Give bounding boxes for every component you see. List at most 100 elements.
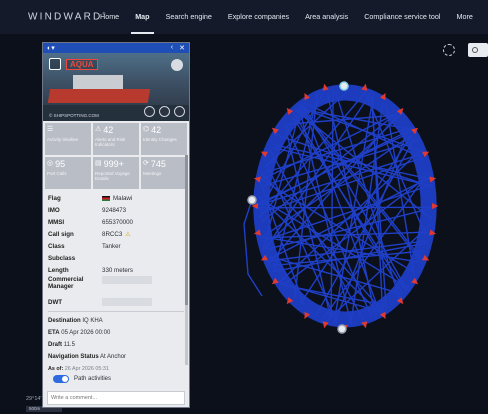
locate-icon[interactable] xyxy=(443,44,455,56)
detail-key: DWT xyxy=(48,298,63,306)
divider xyxy=(48,311,184,312)
track-segment xyxy=(257,206,433,209)
detail-value: Tanker xyxy=(102,242,121,250)
coordinate-readout: 29°14' xyxy=(26,396,42,402)
detail-key: IMO xyxy=(48,206,60,214)
nav-home[interactable]: Home xyxy=(92,0,127,34)
alert-bell-icon[interactable] xyxy=(171,59,183,71)
voyage-draft: Draft 11.5 xyxy=(43,339,189,351)
nav-explore-companies[interactable]: Explore companies xyxy=(220,0,297,34)
nav-area-analysis[interactable]: Area analysis xyxy=(297,0,356,34)
stats-grid: ☰ Activity timeline ⚠ 42 Alerts and Risk In… xyxy=(43,121,189,189)
path-activities-toggle[interactable] xyxy=(53,375,69,383)
stat-value: 999+ xyxy=(103,159,124,169)
detail-class: Class Tanker xyxy=(48,240,184,252)
stat-label: Activity timeline xyxy=(47,137,79,142)
panel-header: ◐▾ ‹ ✕ xyxy=(43,43,189,53)
voyage-key: ETA xyxy=(48,330,60,336)
track-waypoint[interactable] xyxy=(339,81,349,91)
detail-value: 330 meters xyxy=(102,266,133,274)
voyage-eta: ETA 05 Apr 2026 00:00 xyxy=(43,327,189,339)
detail-value: 9248473 xyxy=(102,206,127,214)
stat-label: Reported Voyage Details xyxy=(95,171,130,181)
photo-credit: © SHIPSPOTTING.COM xyxy=(49,113,99,118)
stat-voyage-details[interactable]: ▤ 999+ Reported Voyage Details xyxy=(93,157,139,189)
comment-input[interactable] xyxy=(47,391,185,405)
stat-activity-timeline[interactable]: ☰ Activity timeline xyxy=(45,123,91,155)
track-waypoint[interactable] xyxy=(247,195,257,205)
meeting-icon: ⟳ xyxy=(143,160,149,167)
stat-label: Meetings xyxy=(143,171,162,176)
detail-dwt: DWT xyxy=(48,296,184,308)
voyage-value: 05 Apr 2026 00:00 xyxy=(61,330,111,336)
voyage-key: Navigation Status xyxy=(48,354,99,360)
stat-label: Identity Changes xyxy=(143,137,177,142)
redacted-value xyxy=(102,298,152,306)
stat-identity-changes[interactable]: ⌬ 42 Identity Changes xyxy=(141,123,187,155)
layers-icon[interactable] xyxy=(468,43,488,57)
app-root: WINDWARD® Home Map Search engine Explore… xyxy=(0,0,488,414)
stat-alerts[interactable]: ⚠ 42 Alerts and Risk Indicators xyxy=(93,123,139,155)
voyage-destination: Destination IQ KHA xyxy=(43,315,189,327)
detail-key: Commercial Manager xyxy=(48,276,84,290)
expand-icon[interactable] xyxy=(159,106,170,117)
detail-key: Call sign xyxy=(48,230,74,238)
vessel-name: AQUA xyxy=(66,58,98,70)
stat-value: 745 xyxy=(150,159,166,169)
vessel-photo: AQUA © SHIPSPOTTING.COM xyxy=(43,53,189,121)
detail-value: Malawi xyxy=(113,194,133,202)
detail-key: Flag xyxy=(48,194,61,202)
report-icon: ▤ xyxy=(95,160,102,167)
voyage-value: At Anchor xyxy=(100,354,127,360)
detail-mmsi: MMSI 655370000 xyxy=(48,216,184,228)
detail-imo: IMO 9248473 xyxy=(48,204,184,216)
stat-meetings[interactable]: ⟳ 745 Meetings xyxy=(141,157,187,189)
main-nav: Home Map Search engine Explore companies… xyxy=(92,0,481,34)
detail-key: MMSI xyxy=(48,218,65,226)
voyage-value: IQ KHA xyxy=(82,318,103,324)
top-nav-bar: WINDWARD® Home Map Search engine Explore… xyxy=(0,0,488,34)
photo-actions xyxy=(144,106,185,117)
detail-value: 8RCC3 xyxy=(102,230,123,238)
track-waypoint[interactable] xyxy=(337,324,347,334)
path-activities-row: Path activities xyxy=(43,371,189,387)
stat-value: 42 xyxy=(151,125,162,135)
panel-scrollbar[interactable] xyxy=(185,155,188,365)
vessel-type-icon[interactable]: ◐▾ xyxy=(47,44,55,52)
vessel-name-badge: AQUA xyxy=(49,58,98,70)
detail-key: Class xyxy=(48,242,65,250)
detail-subclass: Subclass xyxy=(48,252,184,264)
nav-compliance-tool[interactable]: Compliance service tool xyxy=(356,0,448,34)
flag-icon xyxy=(102,195,110,201)
gallery-icon[interactable] xyxy=(174,106,185,117)
nav-search-engine[interactable]: Search engine xyxy=(158,0,220,34)
detail-commercial-manager: Commercial Manager xyxy=(48,276,184,296)
path-activities-label: Path activities xyxy=(74,376,112,382)
collapse-icon[interactable]: ‹ xyxy=(171,44,173,52)
detail-length: Length 330 meters xyxy=(48,264,184,276)
detail-flag: Flag Malawi xyxy=(48,192,184,204)
link-icon[interactable] xyxy=(144,106,155,117)
warning-icon[interactable]: ⚠ xyxy=(125,231,130,238)
vessel-panel: ◐▾ ‹ ✕ AQUA © SHIPSPOTTING.COM ☰ Activity … xyxy=(42,42,190,408)
detail-call-sign: Call sign 8RCC3 ⚠ xyxy=(48,228,184,240)
stat-label: Port Calls xyxy=(47,171,67,176)
nav-more[interactable]: More xyxy=(449,0,481,34)
voyage-value: 11.5 xyxy=(63,342,75,348)
stat-label: Alerts and Risk Indicators xyxy=(95,137,126,147)
voyage-nav-status: Navigation Status At Anchor xyxy=(43,351,189,363)
brand-logo[interactable]: WINDWARD® xyxy=(0,11,105,22)
voyage-key: Draft xyxy=(48,342,63,348)
alert-icon: ⚠ xyxy=(95,126,102,133)
nav-map[interactable]: Map xyxy=(127,0,157,34)
redacted-value xyxy=(102,276,152,284)
close-icon[interactable]: ✕ xyxy=(179,44,185,52)
stat-value: 95 xyxy=(55,159,66,169)
voyage-key: Destination xyxy=(48,318,81,324)
detail-value: 655370000 xyxy=(102,218,133,226)
port-icon: ◎ xyxy=(47,160,54,167)
vessel-id-icon[interactable] xyxy=(49,58,61,70)
detail-key: Subclass xyxy=(48,254,76,262)
list-icon: ☰ xyxy=(47,126,54,133)
stat-port-calls[interactable]: ◎ 95 Port Calls xyxy=(45,157,91,189)
